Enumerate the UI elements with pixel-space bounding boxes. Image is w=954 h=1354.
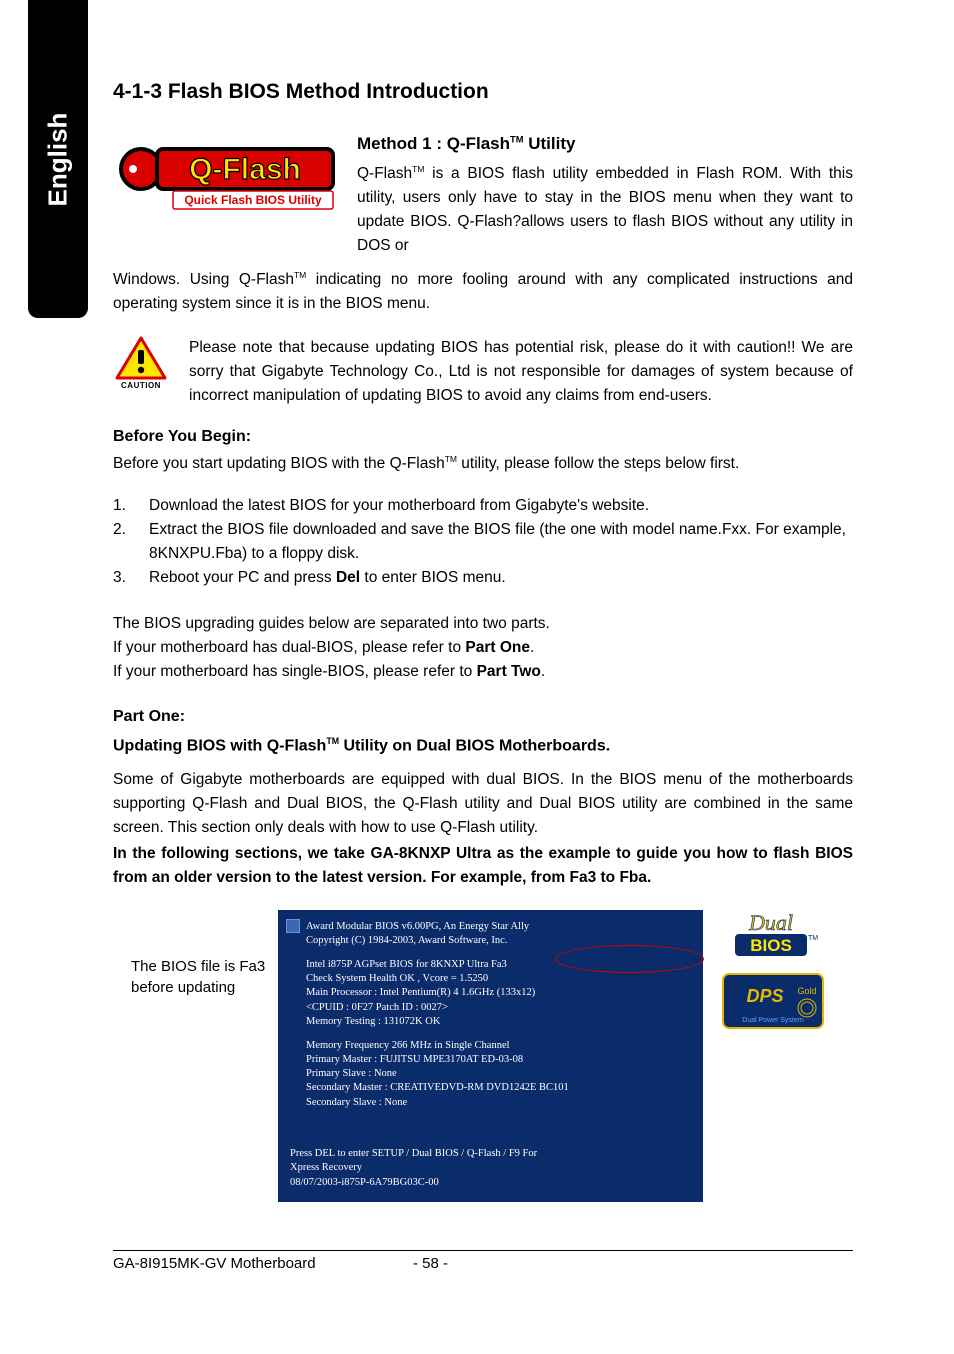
bios-line: Xpress Recovery — [290, 1161, 691, 1175]
bios-line: Memory Testing : 131072K OK — [306, 1015, 691, 1029]
svg-text:TM: TM — [808, 935, 818, 942]
svg-text:Gold: Gold — [797, 986, 816, 996]
bios-line: Award Modular BIOS v6.00PG, An Energy St… — [306, 920, 691, 934]
bios-line: Press DEL to enter SETUP / Dual BIOS / Q… — [290, 1147, 691, 1161]
method1-intro-p1: Q-FlashTM is a BIOS flash utility embedd… — [357, 162, 853, 258]
list-item: 3. Reboot your PC and press Del to enter… — [113, 566, 853, 590]
qflash-logo: Q-Flash Quick Flash BIOS Utility — [113, 134, 343, 224]
svg-text:BIOS: BIOS — [750, 936, 792, 955]
bios-line: Main Processor : Intel Pentium(R) 4 1.6G… — [306, 986, 691, 1000]
caution-icon: CAUTION — [113, 336, 169, 408]
part-one-para: Some of Gigabyte motherboards are equipp… — [113, 768, 853, 840]
list-item: 1. Download the latest BIOS for your mot… — [113, 494, 853, 518]
guides-separated: The BIOS upgrading guides below are sepa… — [113, 612, 853, 684]
language-label: English — [43, 112, 74, 206]
qflash-logo-subtext: Quick Flash BIOS Utility — [184, 193, 322, 207]
section-title: 4-1-3 Flash BIOS Method Introduction — [113, 80, 853, 104]
bios-line: 08/07/2003-i875P-6A79BG03C-00 — [290, 1176, 691, 1190]
bios-line: Memory Frequency 266 MHz in Single Chann… — [306, 1039, 691, 1053]
method1-block: Q-Flash Quick Flash BIOS Utility Method … — [113, 134, 853, 258]
method1-heading: Method 1 : Q-FlashTM Utility — [357, 134, 853, 154]
svg-text:DPS: DPS — [746, 986, 783, 1006]
bios-line: Secondary Slave : None — [306, 1096, 691, 1110]
bios-line: Primary Slave : None — [306, 1067, 691, 1081]
page-content: 4-1-3 Flash BIOS Method Introduction Q-F… — [113, 80, 853, 1202]
bios-line: Copyright (C) 1984-2003, Award Software,… — [306, 934, 691, 948]
bios-line: Primary Master : FUJITSU MPE3170AT ED-03… — [306, 1053, 691, 1067]
list-item: 2. Extract the BIOS file downloaded and … — [113, 518, 853, 566]
steps-list: 1. Download the latest BIOS for your mot… — [113, 494, 853, 590]
caution-label: CAUTION — [121, 381, 161, 390]
caution-text: Please note that because updating BIOS h… — [189, 336, 853, 408]
dual-bios-badge: Dual BIOS TM — [721, 910, 821, 962]
footer-model: GA-8I915MK-GV Motherboard — [113, 1255, 413, 1272]
bios-line: Secondary Master : CREATIVEDVD-RM DVD124… — [306, 1081, 691, 1095]
bios-figure-row: The BIOS file is Fa3 before updating Awa… — [113, 910, 853, 1202]
qflash-logo-text: Q-Flash — [189, 153, 301, 186]
bios-screenshot: Award Modular BIOS v6.00PG, An Energy St… — [278, 910, 703, 1202]
part-one-heading: Part One: — [113, 708, 853, 726]
before-heading: Before You Begin: — [113, 428, 853, 446]
language-side-tab: English — [28, 0, 88, 318]
dps-gold-badge: DPS Gold Dual Power System — [721, 972, 825, 1030]
before-intro: Before you start updating BIOS with the … — [113, 452, 853, 476]
bios-line: Check System Health OK , Vcore = 1.5250 — [306, 972, 691, 986]
update-heading: Updating BIOS with Q-FlashTM Utility on … — [113, 736, 853, 755]
bios-line: Intel i875P AGPset BIOS for 8KNXP Ultra … — [306, 958, 691, 972]
caution-block: CAUTION Please note that because updatin… — [113, 336, 853, 408]
page-footer: GA-8I915MK-GV Motherboard - 58 - — [113, 1250, 853, 1272]
footer-page-number: - 58 - — [413, 1255, 853, 1272]
method1-intro-p2: Windows. Using Q-FlashTM indicating no m… — [113, 268, 853, 316]
bios-line: <CPUID : 0F27 Patch ID : 0027> — [306, 1001, 691, 1015]
bios-caption: The BIOS file is Fa3 before updating — [113, 910, 268, 998]
bios-logo-square — [286, 919, 300, 933]
right-badges: Dual BIOS TM DPS Gold Dual Power System — [713, 910, 825, 1030]
svg-text:Dual Power System: Dual Power System — [742, 1017, 804, 1024]
part-one-bold-para: In the following sections, we take GA-8K… — [113, 842, 853, 890]
svg-text:Dual: Dual — [748, 910, 793, 935]
